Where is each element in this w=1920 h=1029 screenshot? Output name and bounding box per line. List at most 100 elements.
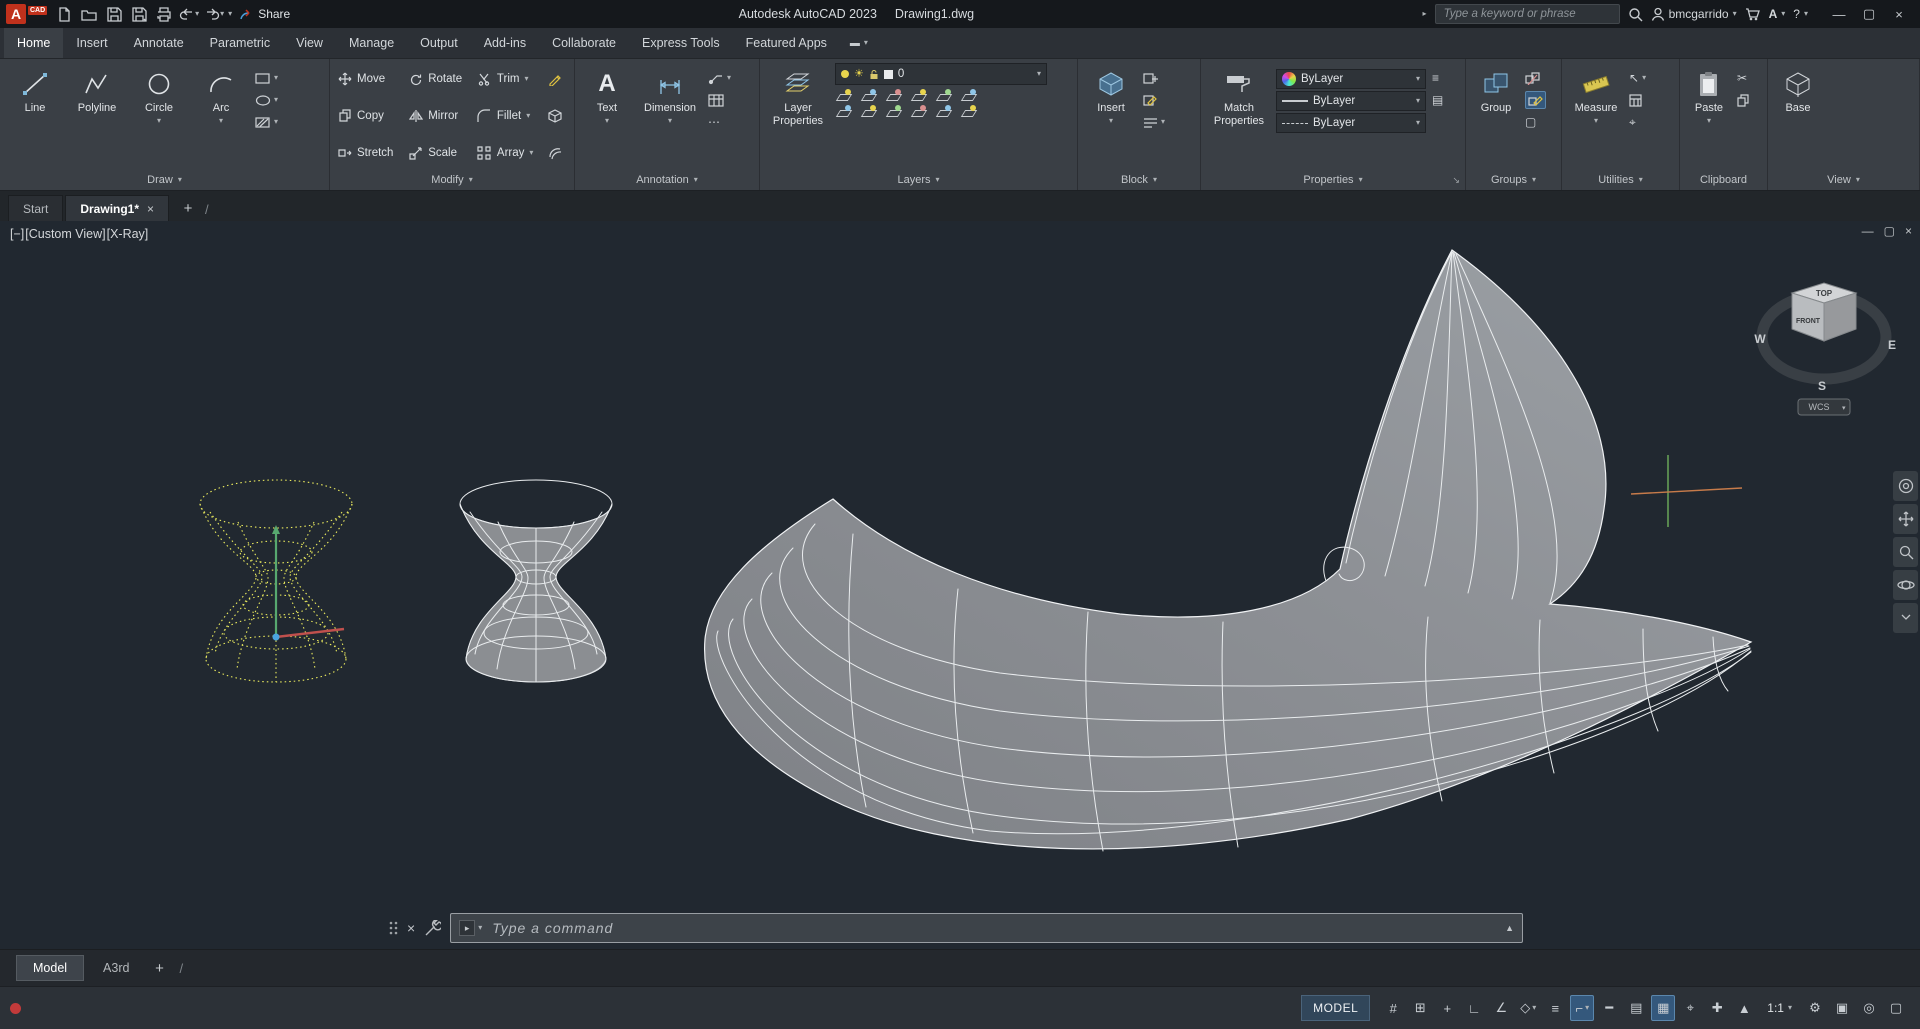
plot-button[interactable] <box>153 3 175 25</box>
hatch-tool-button[interactable]: ▾ <box>255 113 278 131</box>
restore-button[interactable]: ▢ <box>1854 2 1884 26</box>
copy-clip-button[interactable] <box>1737 91 1750 109</box>
layer-lock-button[interactable] <box>910 89 926 101</box>
panel-label-block[interactable]: Block▾ <box>1078 169 1200 190</box>
file-tab-overflow-icon[interactable]: / <box>205 202 209 217</box>
move-button[interactable]: Move <box>337 66 398 91</box>
arc-button[interactable]: Arc ▾ <box>193 63 249 125</box>
layer-isolate-button[interactable] <box>860 89 876 101</box>
trim-button[interactable]: Trim▾ <box>477 66 538 91</box>
viewcube-west[interactable]: W <box>1754 332 1766 346</box>
panel-label-view[interactable]: View▾ <box>1768 169 1919 190</box>
tab-annotate[interactable]: Annotate <box>121 28 197 58</box>
measure-button[interactable]: Measure ▾ <box>1569 63 1623 125</box>
group-edit-button[interactable] <box>1525 91 1546 109</box>
search-expand-icon[interactable]: ▸ <box>1423 10 1427 18</box>
isolate-objects-icon[interactable]: ◎ <box>1857 995 1881 1021</box>
navigation-wheel-icon[interactable] <box>1893 471 1918 501</box>
file-tab-drawing1[interactable]: Drawing1* × <box>65 195 169 221</box>
status-object-snap[interactable]: ⌐▾ <box>1570 995 1594 1021</box>
ribbon-display-toggle[interactable]: ▬ ▾ <box>850 28 868 58</box>
status-dynamic-input[interactable]: + <box>1435 995 1459 1021</box>
panel-label-layers[interactable]: Layers▾ <box>760 169 1077 190</box>
viewcube-east[interactable]: E <box>1888 338 1896 352</box>
line-button[interactable]: Line <box>7 63 63 115</box>
polyline-button[interactable]: Polyline <box>69 63 125 115</box>
tab-home[interactable]: Home <box>4 28 63 58</box>
layer-merge-button[interactable] <box>960 105 976 117</box>
orbit-icon[interactable] <box>1893 570 1918 600</box>
panel-label-utilities[interactable]: Utilities▾ <box>1562 169 1679 190</box>
navbar-more-icon[interactable] <box>1893 603 1918 633</box>
tab-add-ins[interactable]: Add-ins <box>471 28 539 58</box>
drawing-minimize-icon[interactable]: — <box>1862 224 1874 238</box>
status-annotation-scale-sync[interactable]: ▲ <box>1732 995 1756 1021</box>
layout-tab-a3rd[interactable]: A3rd <box>87 955 145 981</box>
tab-view[interactable]: View <box>283 28 336 58</box>
scale-button[interactable]: Scale <box>408 141 467 166</box>
circle-button[interactable]: Circle ▾ <box>131 63 187 125</box>
status-snap-mode[interactable]: ⊞ <box>1408 995 1432 1021</box>
dimension-button[interactable]: Dimension ▾ <box>638 63 702 125</box>
layer-unlock-button[interactable] <box>885 105 901 117</box>
drawing-canvas[interactable]: [−] [Custom View] [X-Ray] — ▢ × W E S TO… <box>0 221 1920 949</box>
tab-express-tools[interactable]: Express Tools <box>629 28 733 58</box>
new-layout-button[interactable]: + <box>148 957 170 979</box>
match-properties-button[interactable]: Match Properties <box>1208 63 1270 127</box>
block-editor-button[interactable] <box>1143 91 1165 109</box>
ellipse-tool-button[interactable]: ▾ <box>255 91 278 109</box>
tab-featured-apps[interactable]: Featured Apps <box>733 28 840 58</box>
panel-label-annotation[interactable]: Annotation▾ <box>575 169 759 190</box>
clean-screen-icon[interactable]: ▢ <box>1884 995 1908 1021</box>
mirror-button[interactable]: Mirror <box>408 103 467 128</box>
status-object-snap-tracking[interactable]: ≡ <box>1543 995 1567 1021</box>
array-button[interactable]: Array▾ <box>477 141 538 166</box>
offset-button[interactable] <box>548 144 567 162</box>
tab-output[interactable]: Output <box>407 28 471 58</box>
text-button[interactable]: A Text ▾ <box>582 63 632 125</box>
share-button[interactable]: Share <box>239 7 290 21</box>
table-button[interactable] <box>708 91 731 109</box>
viewcube-cube[interactable]: TOP FRONT <box>1792 283 1856 341</box>
command-customize-wrench-icon[interactable] <box>424 920 441 936</box>
close-drawing-tab-icon[interactable]: × <box>147 202 154 216</box>
properties-launcher-icon[interactable]: ↘ <box>1452 175 1460 186</box>
cart-icon[interactable] <box>1745 7 1761 21</box>
layer-vpfreeze-button[interactable] <box>935 105 951 117</box>
status-polar-tracking[interactable]: ∠ <box>1489 995 1513 1021</box>
command-input[interactable] <box>490 919 1497 937</box>
layer-properties-button[interactable]: Layer Properties <box>767 63 829 127</box>
draworder-button[interactable] <box>548 70 567 88</box>
close-button[interactable]: × <box>1884 2 1914 26</box>
paste-button[interactable]: Paste ▾ <box>1687 63 1731 125</box>
save-as-button[interactable] <box>128 3 150 25</box>
layer-thaw-all-button[interactable] <box>860 105 876 117</box>
help-menu[interactable]: ?▾ <box>1793 7 1808 21</box>
status-transparency[interactable]: ▤ <box>1624 995 1648 1021</box>
save-button[interactable] <box>103 3 125 25</box>
status-ortho-mode[interactable]: ∟ <box>1462 995 1486 1021</box>
status-grid-display[interactable]: # <box>1381 995 1405 1021</box>
rotate-button[interactable]: Rotate <box>408 66 467 91</box>
autodesk-apps-menu[interactable]: A▾ <box>1769 7 1786 21</box>
hourglass-pointcloud-model[interactable] <box>200 480 352 682</box>
status-selection-cycling[interactable]: ▦ <box>1651 995 1675 1021</box>
group-selection-toggle[interactable]: ▢ <box>1525 113 1546 131</box>
panel-label-properties[interactable]: Properties▾ ↘ <box>1201 169 1465 190</box>
create-block-button[interactable] <box>1143 69 1165 87</box>
model-paper-toggle[interactable]: MODEL <box>1301 995 1370 1021</box>
layout-tab-model[interactable]: Model <box>16 955 84 981</box>
status-lineweight[interactable]: ━ <box>1597 995 1621 1021</box>
hourglass-surface-model[interactable] <box>460 480 612 682</box>
layout-overflow-icon[interactable]: / <box>179 961 183 976</box>
viewcube[interactable]: W E S TOP FRONT WCS ▾ <box>1746 265 1916 431</box>
tab-collaborate[interactable]: Collaborate <box>539 28 629 58</box>
account-menu[interactable]: bmcgarrido ▾ <box>1651 7 1737 21</box>
pan-icon[interactable] <box>1893 504 1918 534</box>
quick-select-button[interactable]: ↖▾ <box>1629 69 1646 87</box>
loft-surface-model[interactable] <box>705 250 1751 851</box>
group-button[interactable]: Group <box>1473 63 1519 115</box>
search-input[interactable] <box>1442 7 1613 21</box>
drawing-close-icon[interactable]: × <box>1905 224 1912 238</box>
quick-calculator-button[interactable] <box>1629 91 1646 109</box>
